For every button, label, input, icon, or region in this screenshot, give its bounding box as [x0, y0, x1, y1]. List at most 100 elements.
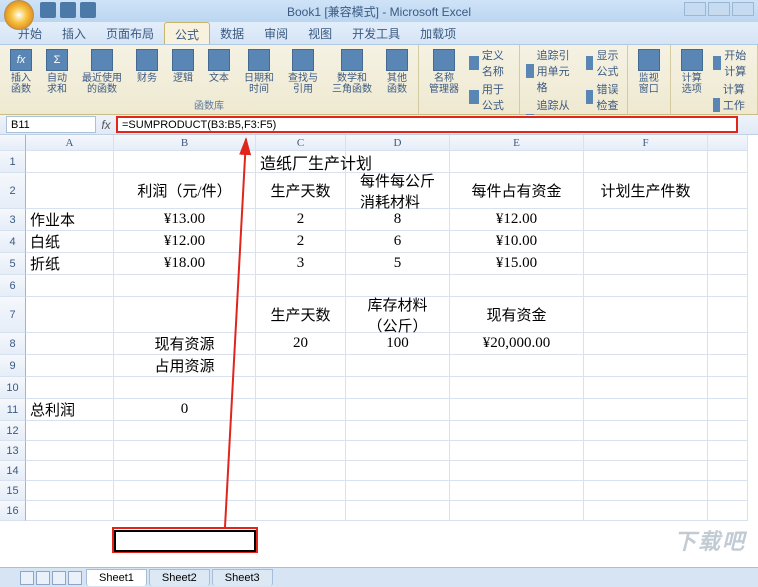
row-1[interactable]: 1 [0, 151, 26, 173]
maximize-button[interactable] [708, 2, 730, 16]
cell[interactable] [346, 377, 450, 399]
tab-formula[interactable]: 公式 [164, 22, 210, 44]
cell[interactable] [256, 461, 346, 481]
cell[interactable]: 现有资源 [114, 333, 256, 355]
cell[interactable]: ¥15.00 [450, 253, 584, 275]
cell[interactable] [450, 441, 584, 461]
cell[interactable] [26, 377, 114, 399]
cell[interactable] [584, 399, 708, 421]
formula-input[interactable]: =SUMPRODUCT(B3:B5,F3:F5) [116, 116, 738, 133]
cell[interactable]: 5 [346, 253, 450, 275]
cell[interactable] [584, 441, 708, 461]
row-14[interactable]: 14 [0, 461, 26, 481]
row-12[interactable]: 12 [0, 421, 26, 441]
cell[interactable] [708, 481, 748, 501]
cell[interactable]: 0 [114, 399, 256, 421]
cell[interactable]: 3 [256, 253, 346, 275]
show-formulas-button[interactable]: 显示公式 [586, 47, 621, 79]
tab-view[interactable]: 视图 [298, 22, 342, 44]
logic-button[interactable]: 逻辑 [168, 47, 198, 86]
cell[interactable] [26, 333, 114, 355]
calc-now-button[interactable]: 开始计算 [713, 47, 751, 79]
cell[interactable]: 占用资源 [114, 355, 256, 377]
cell[interactable] [346, 399, 450, 421]
cell[interactable]: 2 [256, 231, 346, 253]
cell[interactable]: ¥20,000.00 [450, 333, 584, 355]
cell[interactable]: ¥10.00 [450, 231, 584, 253]
minimize-button[interactable] [684, 2, 706, 16]
cell[interactable] [114, 297, 256, 333]
other-functions-button[interactable]: 其他函数 [382, 47, 412, 97]
tab-nav-first[interactable] [20, 571, 34, 585]
cell[interactable] [708, 173, 748, 209]
cell[interactable]: 现有资金 [450, 297, 584, 333]
cell[interactable] [114, 441, 256, 461]
cell[interactable] [346, 481, 450, 501]
cell[interactable] [708, 275, 748, 297]
row-7[interactable]: 7 [0, 297, 26, 333]
cell[interactable] [346, 421, 450, 441]
row-5[interactable]: 5 [0, 253, 26, 275]
use-formula-button[interactable]: 用于公式 [469, 81, 513, 113]
cell[interactable] [26, 275, 114, 297]
cell[interactable] [346, 355, 450, 377]
cell[interactable] [584, 461, 708, 481]
cell[interactable] [26, 481, 114, 501]
cell[interactable] [584, 297, 708, 333]
cell[interactable] [26, 151, 114, 173]
cell[interactable] [708, 333, 748, 355]
cell[interactable] [114, 461, 256, 481]
cell[interactable] [708, 355, 748, 377]
undo-icon[interactable] [60, 2, 76, 18]
cell[interactable] [256, 399, 346, 421]
recent-functions-button[interactable]: 最近使用 的函数 [78, 47, 126, 97]
tab-nav-last[interactable] [68, 571, 82, 585]
sheet-tab-3[interactable]: Sheet3 [212, 569, 273, 586]
cell[interactable] [450, 399, 584, 421]
cell[interactable] [256, 501, 346, 521]
cell[interactable] [114, 151, 256, 173]
sheet-tab-1[interactable]: Sheet1 [86, 569, 147, 586]
cell[interactable]: 6 [346, 231, 450, 253]
cell[interactable] [450, 151, 584, 173]
fx-icon[interactable]: fx [96, 118, 116, 132]
cell[interactable] [450, 461, 584, 481]
row-16[interactable]: 16 [0, 501, 26, 521]
cell[interactable] [584, 253, 708, 275]
cell[interactable]: 生产天数 [256, 297, 346, 333]
cell[interactable] [584, 501, 708, 521]
cell[interactable]: 利润（元/件） [114, 173, 256, 209]
close-button[interactable] [732, 2, 754, 16]
cell[interactable] [584, 481, 708, 501]
trace-precedents-button[interactable]: 追踪引用单元格 [526, 47, 580, 95]
calc-options-button[interactable]: 计算选项 [677, 47, 707, 97]
autosum-button[interactable]: Σ自动求和 [42, 47, 72, 97]
cell[interactable] [708, 377, 748, 399]
cell[interactable] [26, 501, 114, 521]
cell[interactable] [708, 297, 748, 333]
cell[interactable] [114, 377, 256, 399]
cell[interactable] [450, 377, 584, 399]
tab-review[interactable]: 审阅 [254, 22, 298, 44]
cell[interactable]: ¥12.00 [114, 231, 256, 253]
cell[interactable]: ¥18.00 [114, 253, 256, 275]
worksheet[interactable]: A B C D E F 1造纸厂生产计划2利润（元/件）生产天数每件每公斤 消耗… [0, 135, 758, 567]
cell[interactable] [26, 421, 114, 441]
row-15[interactable]: 15 [0, 481, 26, 501]
cell[interactable] [114, 275, 256, 297]
cell[interactable] [584, 333, 708, 355]
define-name-button[interactable]: 定义名称 [469, 47, 513, 79]
cell[interactable]: 2 [256, 209, 346, 231]
cell[interactable] [256, 481, 346, 501]
tab-layout[interactable]: 页面布局 [96, 22, 164, 44]
tab-nav-next[interactable] [52, 571, 66, 585]
cell[interactable] [584, 421, 708, 441]
datetime-button[interactable]: 日期和 时间 [240, 47, 278, 97]
save-icon[interactable] [40, 2, 56, 18]
tab-nav-prev[interactable] [36, 571, 50, 585]
tab-dev[interactable]: 开发工具 [342, 22, 410, 44]
cell[interactable] [26, 173, 114, 209]
cell[interactable] [584, 231, 708, 253]
cell[interactable] [346, 461, 450, 481]
cell[interactable] [114, 421, 256, 441]
